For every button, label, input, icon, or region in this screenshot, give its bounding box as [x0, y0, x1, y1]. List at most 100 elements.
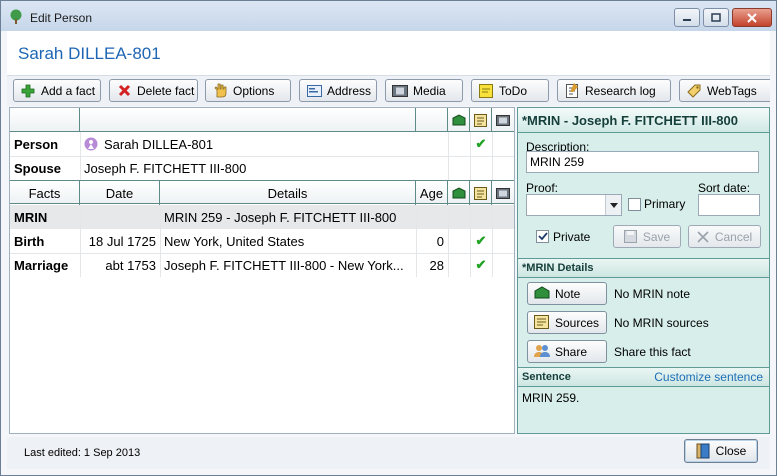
- fact-date-birth[interactable]: 18 Jul 1725: [82, 229, 158, 253]
- edit-person-window: Edit Person Sarah DILLEA-801 Add a fact …: [0, 0, 777, 476]
- todo-button[interactable]: ToDo: [471, 79, 549, 102]
- close-window-button[interactable]: [732, 8, 772, 27]
- check-icon: ✔: [475, 136, 487, 151]
- customize-sentence-link[interactable]: Customize sentence: [654, 370, 763, 384]
- sort-date-field[interactable]: [698, 194, 760, 216]
- sentence-text: MRIN 259.: [522, 391, 580, 405]
- col-divider: [80, 132, 81, 180]
- fact-detail-panel: *MRIN - Joseph F. FITCHETT III-800 Descr…: [517, 107, 770, 434]
- delete-fact-button[interactable]: Delete fact: [109, 79, 198, 102]
- source-icon: [534, 314, 550, 331]
- details-col-header[interactable]: Details: [160, 181, 416, 205]
- fact-detail-title: *MRIN - Joseph F. FITCHETT III-800: [518, 108, 769, 133]
- address-label: Address: [327, 83, 372, 98]
- plus-icon: [20, 83, 36, 99]
- note-icon: [534, 285, 550, 302]
- facts-source-col-header[interactable]: [470, 181, 492, 205]
- address-button[interactable]: Address: [299, 79, 377, 102]
- fact-label-marriage[interactable]: Marriage: [14, 253, 78, 277]
- options-label: Options: [233, 83, 275, 98]
- sort-date-label: Sort date:: [698, 181, 751, 195]
- fact-details-birth[interactable]: New York, United States: [164, 229, 414, 253]
- primary-label: Primary: [644, 197, 686, 211]
- header-blank-3: [416, 108, 448, 132]
- media-label: Media: [413, 83, 446, 98]
- private-checkbox[interactable]: [536, 230, 549, 243]
- add-fact-button[interactable]: Add a fact: [13, 79, 101, 102]
- research-log-button[interactable]: Research log: [557, 79, 671, 102]
- fact-age-birth: 0: [436, 233, 444, 249]
- minimize-button[interactable]: [674, 8, 700, 27]
- source-col-header[interactable]: [470, 108, 492, 132]
- sources-button-label: Sources: [555, 315, 600, 330]
- webtags-icon: [686, 83, 702, 99]
- sources-button[interactable]: Sources: [527, 311, 607, 334]
- fact-details-marriage[interactable]: Joseph F. FITCHETT III-800 - New York...: [164, 253, 414, 277]
- media-button[interactable]: Media: [385, 79, 463, 102]
- film-icon: [392, 83, 408, 99]
- checkmark-icon: [537, 232, 548, 241]
- note-col-header[interactable]: [448, 108, 470, 132]
- delete-x-icon: [116, 83, 132, 99]
- webtags-button[interactable]: WebTags: [679, 79, 770, 102]
- proof-label: Proof:: [526, 181, 559, 195]
- facts-col-header[interactable]: Facts: [10, 181, 80, 205]
- fact-date-marriage[interactable]: abt 1753: [82, 253, 158, 277]
- note-icon: [452, 187, 465, 199]
- save-label: Save: [642, 229, 671, 244]
- last-edited-text: Last edited: 1 Sep 2013: [24, 447, 141, 459]
- person-header: Sarah DILLEA-801: [7, 31, 770, 76]
- primary-checkbox[interactable]: [628, 198, 641, 211]
- person-value[interactable]: Sarah DILLEA-801: [84, 132, 414, 156]
- sentence-box[interactable]: MRIN 259.: [518, 388, 769, 433]
- facts-media-col-header[interactable]: [492, 181, 514, 205]
- cancel-button[interactable]: Cancel: [688, 225, 761, 248]
- window-title: Edit Person: [30, 11, 93, 25]
- check-icon: ✔: [475, 233, 487, 248]
- person-source-check: ✔: [470, 132, 492, 156]
- options-button[interactable]: Options: [205, 79, 291, 102]
- webtags-label: WebTags: [707, 83, 757, 98]
- details-section-header: *MRIN Details: [518, 258, 769, 278]
- header-blank-2: [80, 108, 416, 132]
- col-divider: [470, 205, 471, 277]
- research-log-icon: [564, 83, 580, 99]
- close-label: Close: [715, 444, 747, 458]
- person-name-title: Sarah DILLEA-801: [18, 44, 161, 63]
- footer-bar: Last edited: 1 Sep 2013 Close: [7, 437, 770, 469]
- col-divider: [470, 132, 471, 180]
- sentence-label: Sentence: [522, 371, 571, 383]
- col-divider: [416, 205, 417, 277]
- proof-select[interactable]: [526, 194, 622, 216]
- media-col-header[interactable]: [492, 108, 514, 132]
- spouse-value[interactable]: Joseph F. FITCHETT III-800: [84, 156, 414, 180]
- facts-panel: Person Sarah DILLEA-801 ✔ Spouse Joseph …: [9, 107, 515, 434]
- fact-label-birth[interactable]: Birth: [14, 229, 78, 253]
- close-icon: [747, 12, 757, 23]
- private-label: Private: [553, 230, 591, 244]
- note-button[interactable]: Note: [527, 282, 607, 305]
- door-exit-icon: [696, 443, 710, 459]
- fact-details-mrin: MRIN 259 - Joseph F. FITCHETT III-800: [164, 209, 397, 225]
- tree-icon: [10, 9, 22, 24]
- marriage-source-check: ✔: [470, 253, 492, 277]
- description-field[interactable]: MRIN 259: [526, 151, 759, 173]
- age-col-header[interactable]: Age: [416, 181, 448, 205]
- col-divider: [160, 205, 161, 277]
- date-col-header[interactable]: Date: [80, 181, 160, 205]
- share-button-label: Share: [555, 344, 588, 359]
- research-log-label: Research log: [585, 83, 656, 98]
- save-button[interactable]: Save: [613, 225, 681, 248]
- delete-fact-label: Delete fact: [137, 83, 195, 98]
- close-button[interactable]: Close: [684, 439, 758, 463]
- todo-note-icon: [478, 83, 494, 99]
- note-status: No MRIN note: [614, 287, 691, 301]
- todo-label: ToDo: [499, 83, 528, 98]
- chevron-down-icon[interactable]: [605, 195, 621, 215]
- col-divider: [492, 132, 493, 180]
- share-button[interactable]: Share: [527, 340, 607, 363]
- facts-note-col-header[interactable]: [448, 181, 470, 205]
- maximize-button[interactable]: [703, 8, 729, 27]
- fact-age-marriage: 28: [429, 257, 444, 273]
- source-icon: [474, 186, 487, 200]
